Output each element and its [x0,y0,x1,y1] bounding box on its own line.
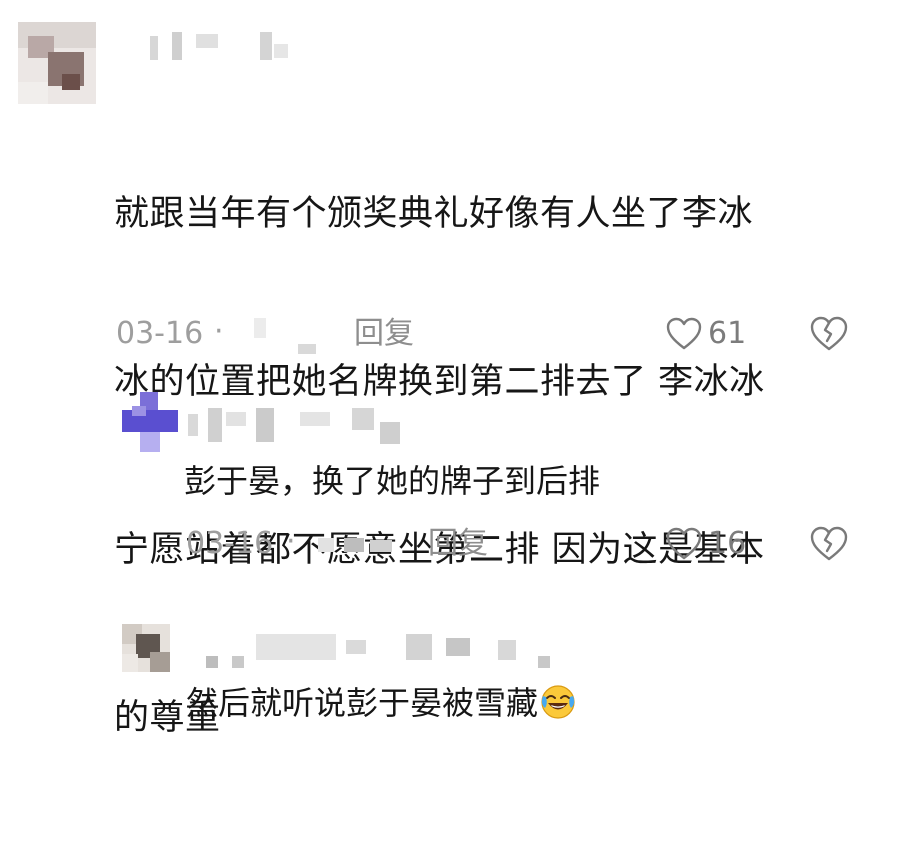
like-button[interactable]: 61 [666,314,746,354]
broken-heart-icon [810,526,848,561]
comment-date: 03-16 [186,526,274,561]
avatar[interactable] [122,392,178,452]
heart-outline-icon [666,527,702,560]
avatar[interactable] [18,22,96,104]
reply-button[interactable]: 回复 [428,524,488,564]
like-count: 16 [708,526,747,561]
reply-text: 然后就听说彭于晏被雪藏 [186,680,576,732]
dislike-button[interactable] [810,526,848,566]
like-count: 61 [708,316,747,351]
username-redacted[interactable] [188,408,418,444]
reply-button[interactable]: 回复 [354,314,414,354]
comment-line: 冰的位置把她名牌换到第二排去了 李冰冰 [114,362,765,402]
comment-line: 就跟当年有个颁奖典礼好像有人坐了李冰 [114,194,754,234]
broken-heart-icon [810,316,848,351]
reply-text-content: 然后就听说彭于晏被雪藏 [186,684,539,722]
reply-text: 彭于晏，换了她的牌子到后排 [184,462,601,500]
avatar[interactable] [122,624,170,672]
meta-separator: · [214,314,224,349]
laughing-crying-emoji-icon [540,684,576,732]
comment-date: 03-16 [116,316,204,351]
location-redacted [310,534,410,554]
dislike-button[interactable] [810,316,848,356]
heart-outline-icon [666,317,702,350]
meta-separator: · [286,524,296,559]
like-button[interactable]: 16 [666,524,746,564]
username-redacted[interactable] [150,30,330,60]
location-redacted [236,318,336,358]
username-redacted[interactable] [206,634,556,674]
